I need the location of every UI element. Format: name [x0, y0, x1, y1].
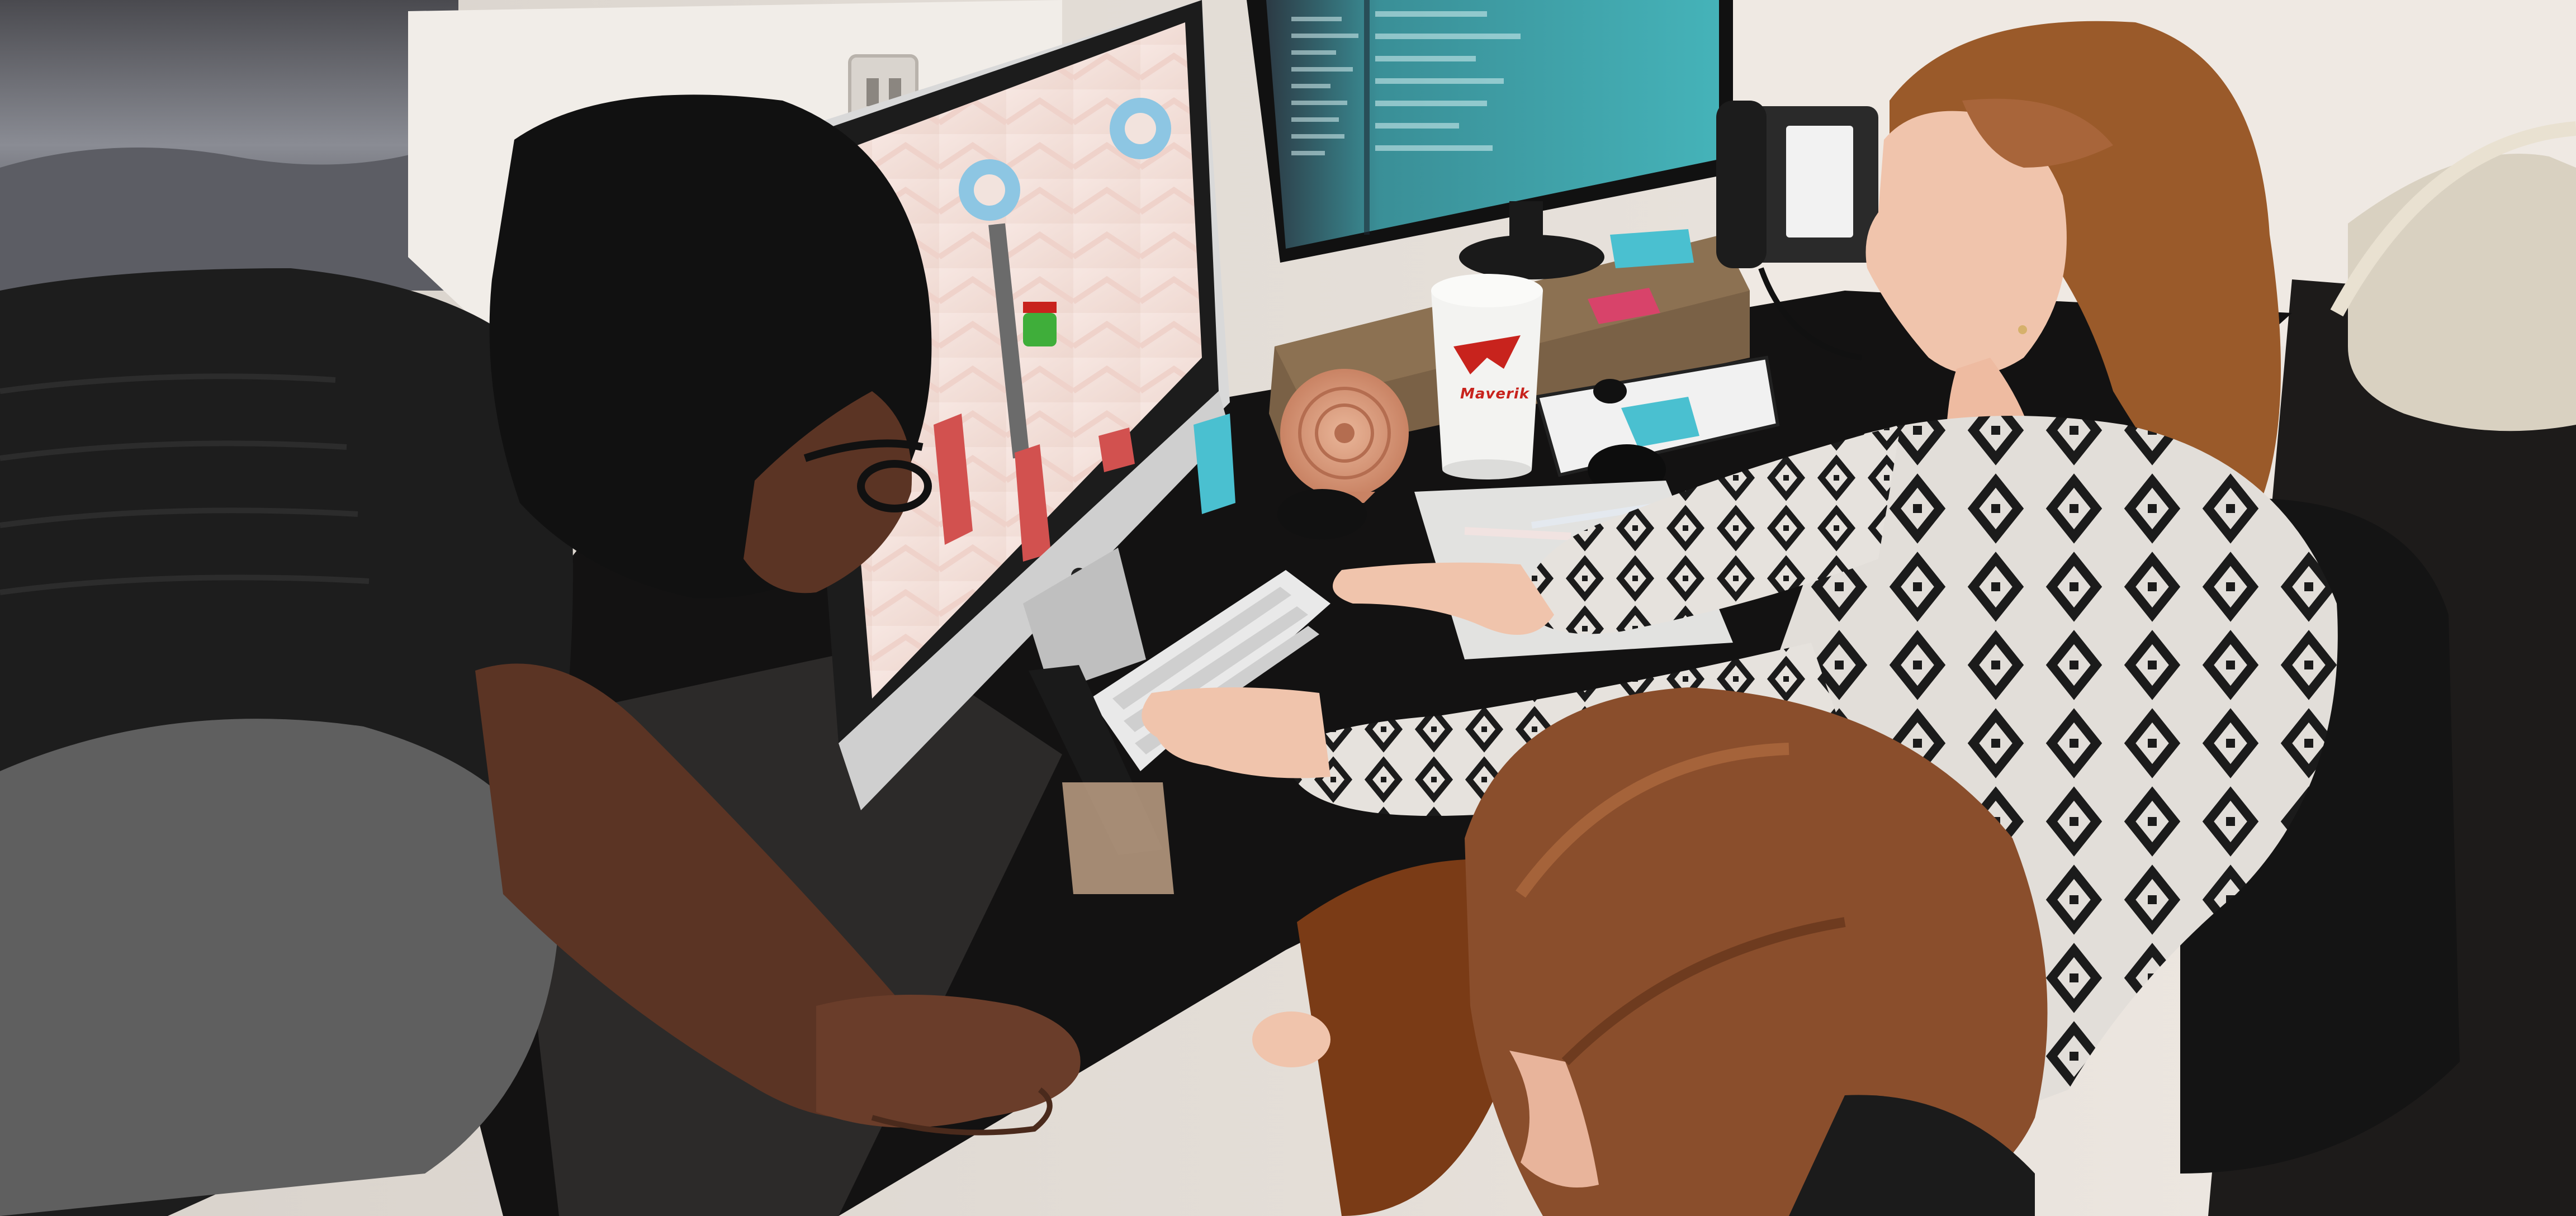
mouse	[1277, 489, 1367, 539]
earring	[2018, 325, 2027, 334]
phone-stand	[1062, 782, 1174, 894]
drink-cup	[1431, 291, 1543, 469]
frog-character	[1023, 313, 1057, 346]
sticky-note	[1610, 229, 1694, 268]
scene-illustration	[0, 0, 2576, 1216]
photo-scene: Maverik	[0, 0, 2576, 1216]
cup-brand-text: Maverik	[1460, 386, 1530, 402]
